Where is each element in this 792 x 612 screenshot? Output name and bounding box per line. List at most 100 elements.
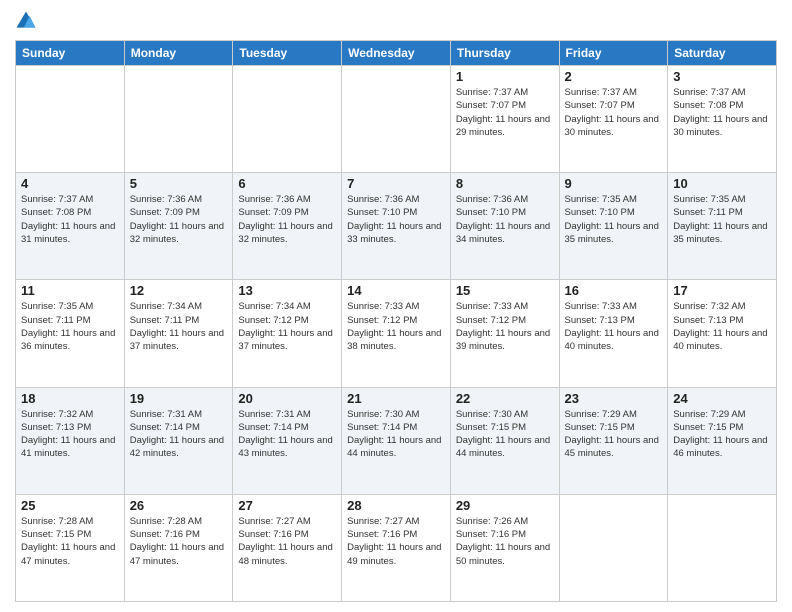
calendar-cell: 11Sunrise: 7:35 AMSunset: 7:11 PMDayligh… [16,280,125,387]
day-number: 10 [673,176,771,191]
day-header-sunday: Sunday [16,41,125,66]
day-info: Sunrise: 7:36 AMSunset: 7:10 PMDaylight:… [456,193,554,246]
day-info: Sunrise: 7:33 AMSunset: 7:12 PMDaylight:… [347,300,445,353]
calendar-cell: 21 Sunrise: 7:30 AMSunset: 7:14 PMDayligh… [342,387,451,494]
calendar-cell: 12Sunrise: 7:34 AMSunset: 7:11 PMDayligh… [124,280,233,387]
day-info: Sunrise: 7:32 AMSunset: 7:13 PMDaylight:… [673,300,771,353]
day-number: 25 [21,498,119,513]
calendar-cell: 5 Sunrise: 7:36 AMSunset: 7:09 PMDaylight… [124,173,233,280]
day-info: Sunrise: 7:31 AMSunset: 7:14 PMDaylight:… [238,408,336,461]
calendar-cell: 18Sunrise: 7:32 AMSunset: 7:13 PMDayligh… [16,387,125,494]
day-number: 1 [456,69,554,84]
logo [15,10,39,32]
day-info: Sunrise: 7:37 AMSunset: 7:08 PMDaylight:… [673,86,771,139]
day-info: Sunrise: 7:36 AMSunset: 7:09 PMDaylight:… [130,193,228,246]
calendar-cell: 23 Sunrise: 7:29 AMSunset: 7:15 PMDayligh… [559,387,668,494]
day-info: Sunrise: 7:28 AMSunset: 7:16 PMDaylight:… [130,515,228,568]
calendar-cell [559,494,668,601]
calendar-cell: 4 Sunrise: 7:37 AMSunset: 7:08 PMDaylight… [16,173,125,280]
day-header-saturday: Saturday [668,41,777,66]
day-info: Sunrise: 7:35 AMSunset: 7:11 PMDaylight:… [21,300,119,353]
calendar-cell: 19 Sunrise: 7:31 AMSunset: 7:14 PMDayligh… [124,387,233,494]
day-info: Sunrise: 7:33 AMSunset: 7:12 PMDaylight:… [456,300,554,353]
day-info: Sunrise: 7:27 AMSunset: 7:16 PMDaylight:… [238,515,336,568]
calendar-cell: 22Sunrise: 7:30 AMSunset: 7:15 PMDayligh… [450,387,559,494]
day-number: 5 [130,176,228,191]
calendar-cell: 3 Sunrise: 7:37 AMSunset: 7:08 PMDaylight… [668,66,777,173]
day-info: Sunrise: 7:35 AMSunset: 7:10 PMDaylight:… [565,193,663,246]
calendar-cell [668,494,777,601]
calendar-table: SundayMondayTuesdayWednesdayThursdayFrid… [15,40,777,602]
day-number: 24 [673,391,771,406]
calendar-cell [233,66,342,173]
day-info: Sunrise: 7:36 AMSunset: 7:09 PMDaylight:… [238,193,336,246]
day-number: 17 [673,283,771,298]
calendar-cell: 8Sunrise: 7:36 AMSunset: 7:10 PMDaylight… [450,173,559,280]
day-number: 26 [130,498,228,513]
day-info: Sunrise: 7:37 AMSunset: 7:08 PMDaylight:… [21,193,119,246]
day-info: Sunrise: 7:31 AMSunset: 7:14 PMDaylight:… [130,408,228,461]
calendar-week-1: 1 Sunrise: 7:37 AMSunset: 7:07 PMDaylight… [16,66,777,173]
calendar-cell: 15 Sunrise: 7:33 AMSunset: 7:12 PMDayligh… [450,280,559,387]
day-number: 14 [347,283,445,298]
day-number: 2 [565,69,663,84]
day-number: 12 [130,283,228,298]
calendar-cell: 1 Sunrise: 7:37 AMSunset: 7:07 PMDaylight… [450,66,559,173]
day-info: Sunrise: 7:37 AMSunset: 7:07 PMDaylight:… [456,86,554,139]
day-number: 7 [347,176,445,191]
day-info: Sunrise: 7:33 AMSunset: 7:13 PMDaylight:… [565,300,663,353]
day-number: 29 [456,498,554,513]
calendar-cell: 10 Sunrise: 7:35 AMSunset: 7:11 PMDayligh… [668,173,777,280]
calendar-week-5: 25 Sunrise: 7:28 AMSunset: 7:15 PMDayligh… [16,494,777,601]
day-number: 3 [673,69,771,84]
day-number: 4 [21,176,119,191]
day-header-wednesday: Wednesday [342,41,451,66]
day-header-tuesday: Tuesday [233,41,342,66]
day-info: Sunrise: 7:34 AMSunset: 7:12 PMDaylight:… [238,300,336,353]
day-info: Sunrise: 7:28 AMSunset: 7:15 PMDaylight:… [21,515,119,568]
calendar-week-3: 11Sunrise: 7:35 AMSunset: 7:11 PMDayligh… [16,280,777,387]
calendar-cell: 6 Sunrise: 7:36 AMSunset: 7:09 PMDaylight… [233,173,342,280]
day-number: 9 [565,176,663,191]
calendar-cell: 16 Sunrise: 7:33 AMSunset: 7:13 PMDayligh… [559,280,668,387]
day-info: Sunrise: 7:30 AMSunset: 7:14 PMDaylight:… [347,408,445,461]
day-number: 28 [347,498,445,513]
header [15,10,777,32]
day-info: Sunrise: 7:27 AMSunset: 7:16 PMDaylight:… [347,515,445,568]
calendar-cell: 20 Sunrise: 7:31 AMSunset: 7:14 PMDayligh… [233,387,342,494]
calendar-cell: 17 Sunrise: 7:32 AMSunset: 7:13 PMDayligh… [668,280,777,387]
day-number: 22 [456,391,554,406]
day-header-monday: Monday [124,41,233,66]
day-info: Sunrise: 7:29 AMSunset: 7:15 PMDaylight:… [565,408,663,461]
day-number: 18 [21,391,119,406]
day-number: 27 [238,498,336,513]
calendar-cell [342,66,451,173]
calendar-cell: 28 Sunrise: 7:27 AMSunset: 7:16 PMDayligh… [342,494,451,601]
day-number: 6 [238,176,336,191]
day-number: 23 [565,391,663,406]
calendar-cell [124,66,233,173]
day-info: Sunrise: 7:37 AMSunset: 7:07 PMDaylight:… [565,86,663,139]
calendar-cell: 14 Sunrise: 7:33 AMSunset: 7:12 PMDayligh… [342,280,451,387]
day-number: 20 [238,391,336,406]
day-info: Sunrise: 7:36 AMSunset: 7:10 PMDaylight:… [347,193,445,246]
calendar-header-row: SundayMondayTuesdayWednesdayThursdayFrid… [16,41,777,66]
day-number: 21 [347,391,445,406]
day-info: Sunrise: 7:35 AMSunset: 7:11 PMDaylight:… [673,193,771,246]
calendar-cell: 24 Sunrise: 7:29 AMSunset: 7:15 PMDayligh… [668,387,777,494]
day-number: 13 [238,283,336,298]
calendar-cell [16,66,125,173]
day-number: 15 [456,283,554,298]
day-info: Sunrise: 7:29 AMSunset: 7:15 PMDaylight:… [673,408,771,461]
calendar-cell: 26 Sunrise: 7:28 AMSunset: 7:16 PMDayligh… [124,494,233,601]
calendar-cell: 13 Sunrise: 7:34 AMSunset: 7:12 PMDayligh… [233,280,342,387]
calendar-week-2: 4 Sunrise: 7:37 AMSunset: 7:08 PMDaylight… [16,173,777,280]
calendar-cell: 27 Sunrise: 7:27 AMSunset: 7:16 PMDayligh… [233,494,342,601]
day-number: 19 [130,391,228,406]
day-number: 16 [565,283,663,298]
page: SundayMondayTuesdayWednesdayThursdayFrid… [0,0,792,612]
calendar-cell: 9 Sunrise: 7:35 AMSunset: 7:10 PMDaylight… [559,173,668,280]
day-info: Sunrise: 7:26 AMSunset: 7:16 PMDaylight:… [456,515,554,568]
calendar-cell: 29 Sunrise: 7:26 AMSunset: 7:16 PMDayligh… [450,494,559,601]
calendar-cell: 25 Sunrise: 7:28 AMSunset: 7:15 PMDayligh… [16,494,125,601]
